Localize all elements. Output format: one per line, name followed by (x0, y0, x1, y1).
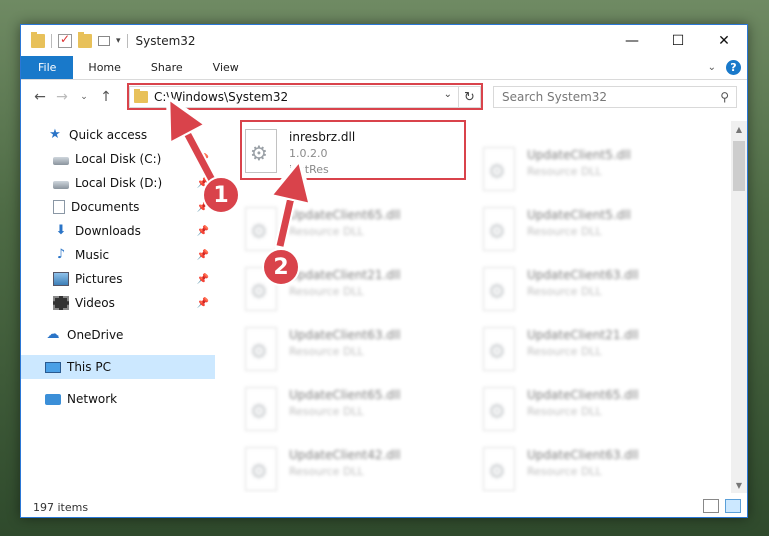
annotation-marker-1: 1 (202, 176, 240, 214)
arrow-to-address-inner (178, 116, 216, 182)
annotation-marker-2: 2 (262, 248, 300, 286)
annotation-arrows (0, 0, 769, 252)
